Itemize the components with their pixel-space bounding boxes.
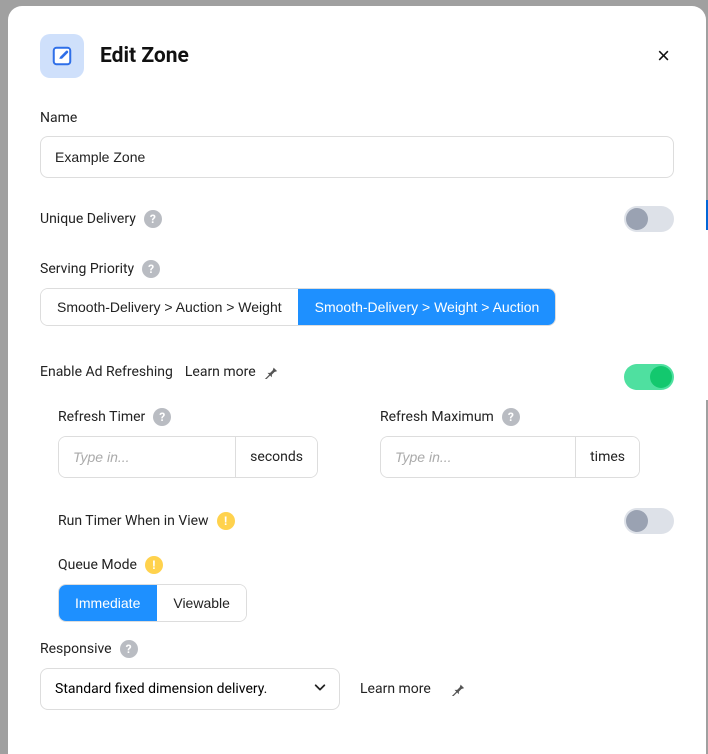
responsive-label: Responsive	[40, 641, 112, 657]
serving-priority-field: Serving Priority ? Smooth-Delivery > Auc…	[40, 260, 674, 326]
run-timer-row: Run Timer When in View !	[58, 508, 674, 534]
unique-delivery-toggle[interactable]	[624, 206, 674, 232]
responsive-learn-more[interactable]: Learn more	[360, 681, 431, 697]
run-timer-toggle[interactable]	[624, 508, 674, 534]
ad-refreshing-learn-more[interactable]: Learn more	[185, 364, 256, 380]
ad-refreshing-subsection: Refresh Timer ? seconds Refresh Maximum …	[58, 408, 674, 622]
name-field: Name	[40, 110, 674, 178]
serving-priority-segmented: Smooth-Delivery > Auction > Weight Smoot…	[40, 288, 556, 326]
refresh-timer-field: Refresh Timer ? seconds	[58, 408, 352, 478]
serving-priority-label: Serving Priority	[40, 261, 134, 277]
warning-icon[interactable]: !	[145, 556, 163, 574]
modal-title: Edit Zone	[100, 44, 637, 68]
name-label: Name	[40, 110, 674, 126]
help-icon[interactable]: ?	[502, 408, 520, 426]
refresh-max-input[interactable]	[381, 437, 575, 477]
responsive-select[interactable]: Standard fixed dimension delivery.	[40, 668, 340, 710]
chevron-down-icon	[313, 680, 327, 698]
warning-icon[interactable]: !	[217, 512, 235, 530]
refresh-timer-suffix: seconds	[235, 437, 317, 477]
help-icon[interactable]: ?	[153, 408, 171, 426]
refresh-max-suffix: times	[575, 437, 639, 477]
edit-zone-modal: Edit Zone × Name Unique Delivery ? Servi…	[8, 6, 706, 754]
queue-mode-option-viewable[interactable]: Viewable	[156, 585, 246, 621]
run-timer-label: Run Timer When in View	[58, 513, 209, 529]
refresh-max-field: Refresh Maximum ? times	[380, 408, 674, 478]
ad-refreshing-label: Enable Ad Refreshing	[40, 364, 173, 380]
unique-delivery-row: Unique Delivery ?	[40, 206, 674, 232]
unique-delivery-label: Unique Delivery	[40, 211, 136, 227]
queue-mode-option-immediate[interactable]: Immediate	[59, 585, 156, 621]
refresh-timer-input[interactable]	[59, 437, 235, 477]
pin-icon[interactable]	[264, 365, 278, 379]
close-button[interactable]: ×	[653, 41, 674, 71]
ad-refreshing-toggle[interactable]	[624, 364, 674, 390]
refresh-timer-label: Refresh Timer	[58, 409, 145, 425]
queue-mode-field: Queue Mode ! Immediate Viewable	[58, 556, 674, 622]
pin-icon[interactable]	[451, 682, 465, 696]
responsive-field: Responsive ? Standard fixed dimension de…	[40, 640, 674, 710]
queue-mode-label: Queue Mode	[58, 557, 137, 573]
edit-icon	[40, 34, 84, 78]
responsive-selected: Standard fixed dimension delivery.	[55, 681, 267, 697]
serving-priority-option-0[interactable]: Smooth-Delivery > Auction > Weight	[41, 289, 298, 325]
help-icon[interactable]: ?	[144, 210, 162, 228]
modal-header: Edit Zone ×	[40, 34, 674, 78]
queue-mode-segmented: Immediate Viewable	[58, 584, 247, 622]
help-icon[interactable]: ?	[120, 640, 138, 658]
help-icon[interactable]: ?	[142, 260, 160, 278]
serving-priority-option-1[interactable]: Smooth-Delivery > Weight > Auction	[298, 289, 556, 325]
refresh-max-label: Refresh Maximum	[380, 409, 494, 425]
name-input[interactable]	[40, 136, 674, 178]
ad-refreshing-row: Enable Ad Refreshing Learn more	[40, 364, 674, 390]
